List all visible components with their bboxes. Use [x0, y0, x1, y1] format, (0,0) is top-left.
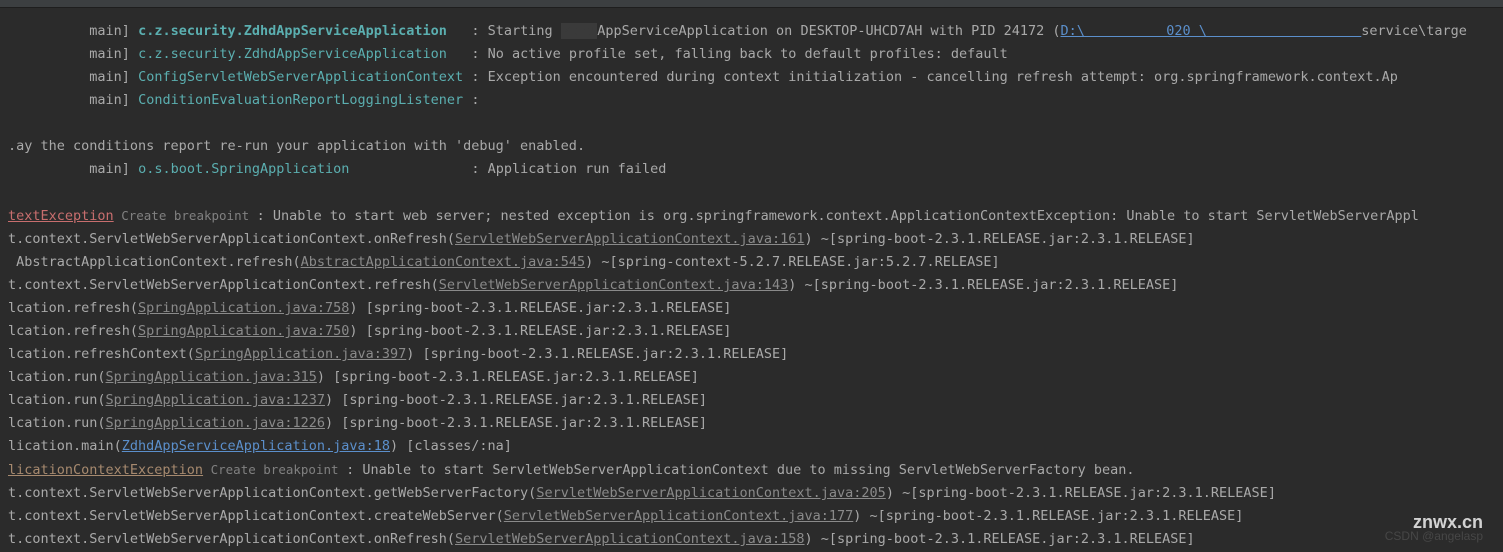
stack-prefix: t.context.ServletWebServerApplicationCon…: [8, 231, 455, 247]
log-line: lcation.refreshContext(SpringApplication…: [0, 343, 1503, 366]
thread-label: main]: [73, 46, 138, 62]
log-message: Application run failed: [488, 161, 667, 177]
stack-prefix: AbstractApplicationContext.refresh(: [8, 254, 301, 270]
stack-prefix: lcation.refresh(: [8, 300, 138, 316]
create-breakpoint[interactable]: Create breakpoint: [203, 462, 346, 477]
stack-suffix: ) ~[spring-boot-2.3.1.RELEASE.jar:2.3.1.…: [886, 485, 1276, 501]
stack-suffix: ) [spring-boot-2.3.1.RELEASE.jar:2.3.1.R…: [325, 415, 707, 431]
watermark-csdn: CSDN @angelasp: [1385, 525, 1483, 548]
log-line: [0, 112, 1503, 135]
exception-message: : Unable to start web server; nested exc…: [257, 208, 1419, 224]
redacted-text: Zdhd: [561, 23, 598, 39]
log-line: lcation.run(SpringApplication.java:315) …: [0, 366, 1503, 389]
stack-suffix: ) ~[spring-context-5.2.7.RELEASE.jar:5.2…: [585, 254, 1000, 270]
log-line: [0, 181, 1503, 204]
stack-suffix: ) [classes/:na]: [390, 438, 512, 454]
log-message: Exception encountered during context ini…: [488, 69, 1398, 85]
stack-suffix: ) [spring-boot-2.3.1.RELEASE.jar:2.3.1.R…: [349, 323, 731, 339]
stack-prefix: lcation.run(: [8, 415, 106, 431]
file-path[interactable]: D:\ 020 \: [1061, 23, 1362, 39]
log-line: t.context.ServletWebServerApplicationCon…: [0, 274, 1503, 297]
stack-file-link[interactable]: ServletWebServerApplicationContext.java:…: [504, 508, 854, 524]
logger-name: ConditionEvaluationReportLoggingListener: [138, 92, 471, 108]
stack-suffix: ) [spring-boot-2.3.1.RELEASE.jar:2.3.1.R…: [349, 300, 731, 316]
log-line: lcation.refresh(SpringApplication.java:7…: [0, 320, 1503, 343]
stack-prefix: lcation.run(: [8, 369, 106, 385]
stack-prefix: lcation.refresh(: [8, 323, 138, 339]
stack-file-link[interactable]: SpringApplication.java:758: [138, 300, 349, 316]
stack-file-link[interactable]: SpringApplication.java:315: [106, 369, 317, 385]
stack-file-link[interactable]: SpringApplication.java:1226: [106, 415, 325, 431]
log-line: main] ConfigServletWebServerApplicationC…: [0, 66, 1503, 89]
stack-file-link[interactable]: SpringApplication.java:750: [138, 323, 349, 339]
stack-file-link[interactable]: SpringApplication.java:397: [195, 346, 406, 362]
exception-message: : Unable to start ServletWebServerApplic…: [346, 462, 1134, 478]
stack-suffix: ) ~[spring-boot-2.3.1.RELEASE.jar:2.3.1.…: [853, 508, 1243, 524]
stack-prefix: t.context.ServletWebServerApplicationCon…: [8, 531, 455, 547]
log-line: licationContextException Create breakpoi…: [0, 458, 1503, 482]
stack-file-link[interactable]: ServletWebServerApplicationContext.java:…: [455, 231, 805, 247]
stack-prefix: lication.main(: [8, 438, 122, 454]
thread-label: main]: [73, 23, 138, 39]
log-message: No active profile set, falling back to d…: [488, 46, 1008, 62]
thread-label: main]: [73, 92, 138, 108]
stack-suffix: ) ~[spring-boot-2.3.1.RELEASE.jar:2.3.1.…: [805, 231, 1195, 247]
logger-name: o.s.boot.SpringApplication: [138, 161, 471, 177]
exception-link[interactable]: textException: [8, 208, 114, 224]
thread-label: main]: [73, 69, 138, 85]
log-line: main] c.z.security.ZdhdAppServiceApplica…: [0, 43, 1503, 66]
log-line: lication.main(ZdhdAppServiceApplication.…: [0, 435, 1503, 458]
stack-prefix: lcation.refreshContext(: [8, 346, 195, 362]
stack-prefix: t.context.ServletWebServerApplicationCon…: [8, 485, 536, 501]
console-output[interactable]: main] c.z.security.ZdhdAppServiceApplica…: [0, 20, 1503, 551]
stack-prefix: lcation.run(: [8, 392, 106, 408]
stack-prefix: t.context.ServletWebServerApplicationCon…: [8, 277, 439, 293]
stack-suffix: ) ~[spring-boot-2.3.1.RELEASE.jar:2.3.1.…: [805, 531, 1195, 547]
toolbar: [0, 0, 1503, 8]
log-line: .ay the conditions report re-run your ap…: [0, 135, 1503, 158]
log-line: t.context.ServletWebServerApplicationCon…: [0, 505, 1503, 528]
stack-file-link[interactable]: ServletWebServerApplicationContext.java:…: [439, 277, 789, 293]
log-line: textException Create breakpoint : Unable…: [0, 204, 1503, 228]
log-line: lcation.run(SpringApplication.java:1237)…: [0, 389, 1503, 412]
create-breakpoint[interactable]: Create breakpoint: [114, 208, 257, 223]
log-line: lcation.run(SpringApplication.java:1226)…: [0, 412, 1503, 435]
stack-file-link[interactable]: SpringApplication.java:1237: [106, 392, 325, 408]
stack-suffix: ) [spring-boot-2.3.1.RELEASE.jar:2.3.1.R…: [317, 369, 699, 385]
log-line: main] c.z.security.ZdhdAppServiceApplica…: [0, 20, 1503, 43]
stack-suffix: ) [spring-boot-2.3.1.RELEASE.jar:2.3.1.R…: [406, 346, 788, 362]
stack-file-link[interactable]: ServletWebServerApplicationContext.java:…: [455, 531, 805, 547]
stack-file-link[interactable]: ServletWebServerApplicationContext.java:…: [536, 485, 886, 501]
hint-message: .ay the conditions report re-run your ap…: [8, 138, 585, 154]
logger-name: c.z.security.ZdhdAppServiceApplication: [138, 23, 471, 39]
log-line: lcation.refresh(SpringApplication.java:7…: [0, 297, 1503, 320]
log-line: AbstractApplicationContext.refresh(Abstr…: [0, 251, 1503, 274]
stack-suffix: ) ~[spring-boot-2.3.1.RELEASE.jar:2.3.1.…: [788, 277, 1178, 293]
stack-suffix: ) [spring-boot-2.3.1.RELEASE.jar:2.3.1.R…: [325, 392, 707, 408]
log-line: t.context.ServletWebServerApplicationCon…: [0, 528, 1503, 551]
stack-file-link[interactable]: ZdhdAppServiceApplication.java:18: [122, 438, 390, 454]
log-line: t.context.ServletWebServerApplicationCon…: [0, 228, 1503, 251]
log-line: main] ConditionEvaluationReportLoggingLi…: [0, 89, 1503, 112]
stack-file-link[interactable]: AbstractApplicationContext.java:545: [301, 254, 585, 270]
exception-link[interactable]: licationContextException: [8, 462, 203, 478]
logger-name: ConfigServletWebServerApplicationContext: [138, 69, 471, 85]
stack-prefix: t.context.ServletWebServerApplicationCon…: [8, 508, 504, 524]
logger-name: c.z.security.ZdhdAppServiceApplication: [138, 46, 471, 62]
thread-label: main]: [73, 161, 138, 177]
log-line: main] o.s.boot.SpringApplication : Appli…: [0, 158, 1503, 181]
log-line: t.context.ServletWebServerApplicationCon…: [0, 482, 1503, 505]
